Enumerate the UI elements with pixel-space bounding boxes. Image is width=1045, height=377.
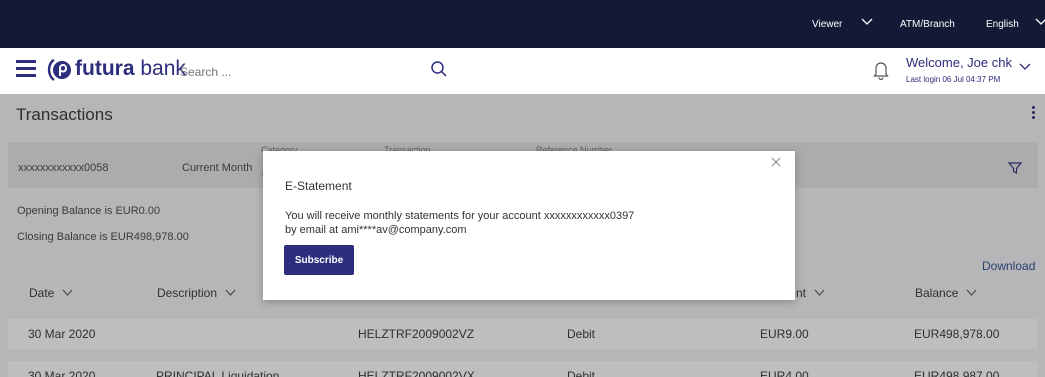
welcome-user[interactable]: Welcome, Joe chk bbox=[906, 55, 1012, 70]
viewer-menu[interactable]: Viewer bbox=[812, 19, 842, 30]
language-menu[interactable]: English bbox=[986, 19, 1019, 30]
brand-name: futura bank bbox=[75, 57, 186, 80]
e-statement-dialog: E-Statement You will receive monthly sta… bbox=[263, 151, 795, 300]
main-header: futura bank Welcome, Joe chk Last login … bbox=[0, 48, 1045, 94]
viewer-chevron-down-icon[interactable] bbox=[860, 16, 874, 28]
language-chevron-down-icon[interactable] bbox=[1034, 16, 1045, 28]
close-icon[interactable] bbox=[771, 157, 781, 167]
search-input[interactable] bbox=[180, 62, 420, 82]
atm-branch-link[interactable]: ATM/Branch bbox=[900, 19, 955, 30]
subscribe-button[interactable]: Subscribe bbox=[284, 245, 354, 275]
notification-bell-icon[interactable] bbox=[872, 60, 890, 80]
dialog-message-line-2: by email at ami****av@company.com bbox=[285, 224, 467, 236]
top-bar: Viewer ATM/Branch English bbox=[0, 0, 1045, 48]
user-menu-chevron-down-icon[interactable] bbox=[1018, 61, 1032, 73]
dialog-message-line-1: You will receive monthly statements for … bbox=[285, 210, 635, 222]
dialog-title: E-Statement bbox=[285, 179, 352, 193]
futura-bank-logo-icon bbox=[47, 58, 71, 81]
search-icon[interactable] bbox=[430, 60, 448, 78]
menu-icon[interactable] bbox=[16, 60, 36, 78]
last-login: Last login 06 Jul 04:37 PM bbox=[906, 75, 1001, 84]
